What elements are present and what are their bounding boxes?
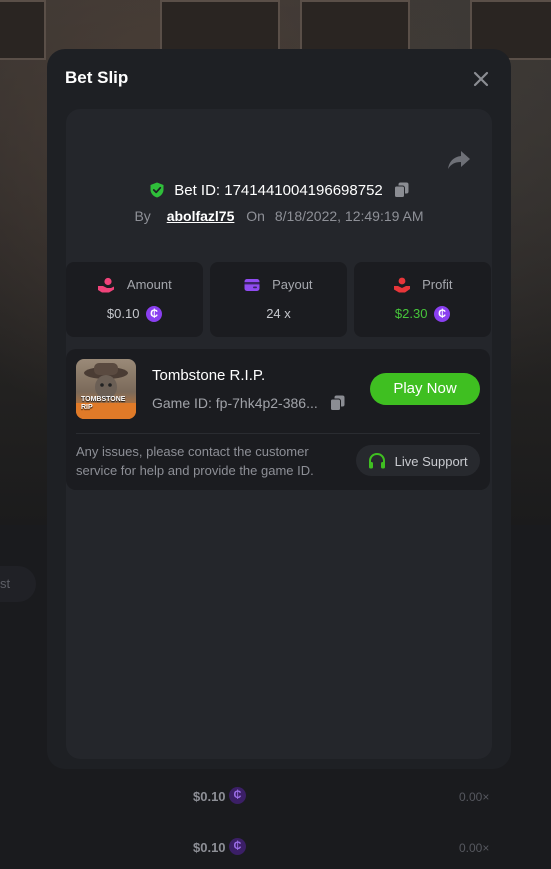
play-now-button[interactable]: Play Now xyxy=(370,373,480,405)
game-id: Game ID: fp-7hk4p2-386... xyxy=(152,395,318,412)
coin-icon: ₵ xyxy=(229,838,246,855)
amount-value: $0.10 xyxy=(106,306,140,322)
payout-label: Payout xyxy=(272,277,313,293)
payout-card: Payout 24 x xyxy=(210,262,347,337)
row-amount: $0.10 xyxy=(193,789,226,804)
coin-icon: ₵ xyxy=(229,787,246,804)
row-multiplier: 0.00× xyxy=(459,841,490,855)
profit-label: Profit xyxy=(422,277,453,293)
support-text: Any issues, please contact the customer … xyxy=(76,444,314,478)
by-label: By xyxy=(134,208,151,224)
author-line: By abolfazl75 On 8/18/2022, 12:49:19 AM xyxy=(66,208,492,224)
wallet-card-icon xyxy=(244,278,260,291)
background-bet-row: $0.10 ₵ 0.00× xyxy=(0,833,551,863)
payout-value: 24 x xyxy=(266,306,291,322)
on-label: On xyxy=(246,208,265,224)
bet-id: Bet ID: 1741441004196698752 xyxy=(174,181,383,199)
hand-coin-icon xyxy=(393,277,410,293)
row-amount: $0.10 xyxy=(193,840,226,855)
coins-hand-icon xyxy=(98,277,115,293)
thumbnail-title: TOMBSTONE RIP xyxy=(81,396,126,411)
modal-title: Bet Slip xyxy=(65,68,129,87)
profit-value: $2.30 xyxy=(394,306,428,322)
bet-date: 8/18/2022, 12:49:19 AM xyxy=(274,208,424,224)
background-bet-row: $0.10 ₵ 0.00× xyxy=(0,782,551,812)
coin-icon: ₵ xyxy=(146,305,163,322)
bet-details-panel: Bet ID: 1741441004196698752 By abolfazl7… xyxy=(66,109,492,759)
live-support-label: Live Support xyxy=(394,454,468,470)
bet-stats: Amount $0.10 ₵ Payout 24 x Profit $2.30 … xyxy=(66,262,492,337)
share-icon[interactable] xyxy=(447,149,471,171)
bet-id-line: Bet ID: 1741441004196698752 xyxy=(66,181,492,199)
divider xyxy=(76,433,480,434)
row-multiplier: 0.00× xyxy=(459,790,490,804)
bet-slip-modal: Bet Slip Bet ID: 1741441004196698752 By … xyxy=(47,49,511,769)
amount-label: Amount xyxy=(126,277,172,293)
username-link[interactable]: abolfazl75 xyxy=(167,208,235,224)
game-id-line: Game ID: fp-7hk4p2-386... xyxy=(152,394,345,412)
game-card: TOMBSTONE RIP Tombstone R.I.P. Game ID: … xyxy=(66,349,490,490)
close-icon[interactable] xyxy=(469,67,493,91)
profit-card: Profit $2.30 ₵ xyxy=(354,262,491,337)
live-support-button[interactable]: Live Support xyxy=(356,445,480,476)
reel-frame xyxy=(0,0,46,60)
copy-icon[interactable] xyxy=(393,182,409,199)
shield-check-icon xyxy=(150,182,164,198)
background-tab[interactable]: st xyxy=(0,566,36,602)
amount-card: Amount $0.10 ₵ xyxy=(66,262,203,337)
game-name: Tombstone R.I.P. xyxy=(152,367,266,384)
coin-icon: ₵ xyxy=(434,305,451,322)
copy-icon[interactable] xyxy=(329,395,345,412)
headset-icon xyxy=(369,453,385,469)
game-thumbnail[interactable]: TOMBSTONE RIP xyxy=(76,359,136,419)
